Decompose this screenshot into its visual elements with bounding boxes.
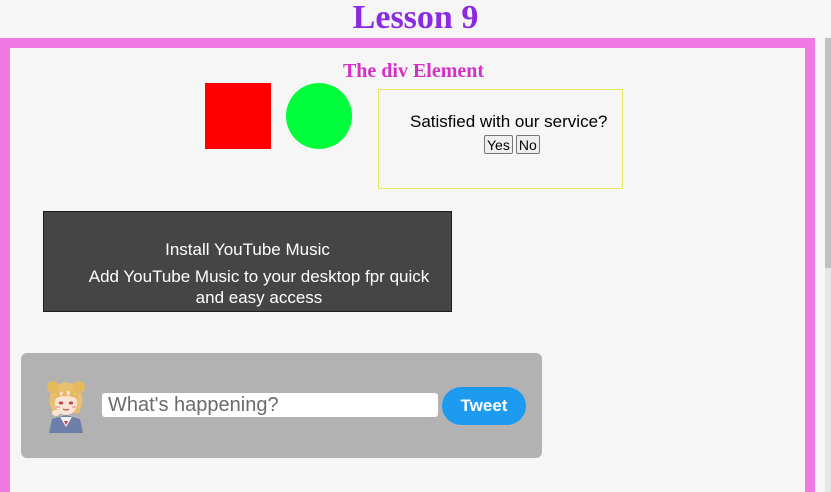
install-title: Install YouTube Music xyxy=(165,240,330,259)
scrollbar-thumb[interactable] xyxy=(825,38,831,268)
youtube-music-install-card[interactable]: Install YouTube Music Add YouTube Music … xyxy=(43,211,452,312)
survey-box: Satisfied with our service? Yes No xyxy=(378,89,623,189)
no-button[interactable]: No xyxy=(515,135,540,154)
tweet-button[interactable]: Tweet xyxy=(442,387,526,425)
red-square xyxy=(205,83,271,149)
tweet-input[interactable] xyxy=(102,393,438,417)
survey-question: Satisfied with our service? xyxy=(410,112,608,131)
survey-buttons: Yes No xyxy=(484,135,540,154)
install-description: Add YouTube Music to your desktop fpr qu… xyxy=(88,267,430,307)
anime-avatar-icon xyxy=(45,381,87,433)
page-title: Lesson 9 xyxy=(352,0,479,36)
div-element-heading: The div Element xyxy=(342,60,485,82)
avatar xyxy=(41,375,91,433)
scrollbar[interactable] xyxy=(825,38,831,492)
tweet-composer: Tweet xyxy=(21,353,542,458)
green-circle xyxy=(286,83,352,149)
yes-button[interactable]: Yes xyxy=(484,135,513,154)
